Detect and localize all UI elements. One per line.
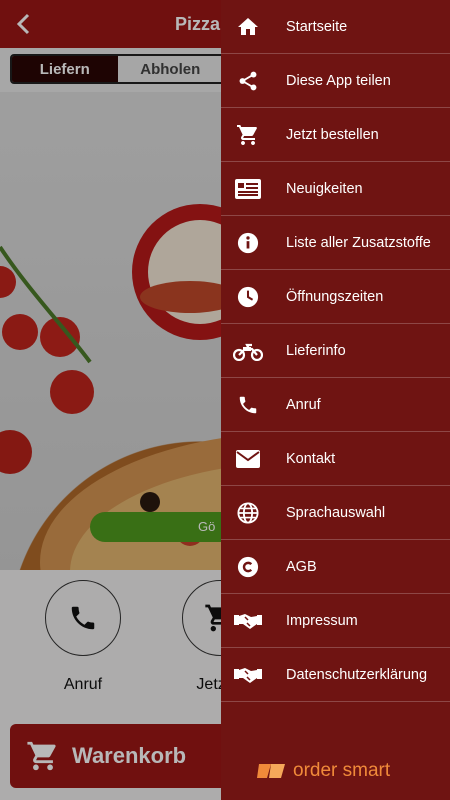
- info-icon: [223, 232, 273, 254]
- menu-label: Öffnungszeiten: [286, 288, 384, 305]
- menu-item-startseite[interactable]: Startseite: [221, 0, 450, 54]
- menu-item-order-now[interactable]: Jetzt bestellen: [221, 108, 450, 162]
- brand-name: order smart: [293, 760, 391, 781]
- menu-label: Startseite: [286, 18, 348, 35]
- menu-label: Sprachauswahl: [286, 504, 386, 521]
- handshake-icon: [223, 611, 273, 631]
- copyright-icon: [223, 556, 273, 578]
- menu-item-agb[interactable]: AGB: [221, 540, 450, 594]
- clock-icon: [223, 286, 273, 308]
- menu-label: Datenschutzerklärung: [286, 666, 428, 683]
- share-icon: [223, 70, 273, 92]
- handshake-icon: [223, 665, 273, 685]
- side-drawer: Startseite Diese App teilen Jetzt bestel…: [221, 0, 450, 800]
- home-icon: [223, 15, 273, 39]
- menu-item-share[interactable]: Diese App teilen: [221, 54, 450, 108]
- menu-item-contact[interactable]: Kontakt: [221, 432, 450, 486]
- menu-item-impressum[interactable]: Impressum: [221, 594, 450, 648]
- menu-label: Liste aller Zusatzstoffe: [286, 234, 431, 251]
- menu-item-privacy[interactable]: Datenschutzerklärung: [221, 648, 450, 702]
- menu-label: Lieferinfo: [286, 342, 346, 359]
- menu-item-additives[interactable]: Liste aller Zusatzstoffe: [221, 216, 450, 270]
- mail-icon: [223, 449, 273, 468]
- motorcycle-icon: [223, 341, 273, 361]
- menu-label: Anruf: [286, 396, 321, 413]
- menu-label: Diese App teilen: [286, 72, 391, 89]
- menu-item-delivery-info[interactable]: Lieferinfo: [221, 324, 450, 378]
- globe-icon: [223, 501, 273, 524]
- menu-label: Neuigkeiten: [286, 180, 363, 197]
- menu-label: Jetzt bestellen: [286, 126, 379, 143]
- menu-label: Impressum: [286, 612, 358, 629]
- phone-icon: [223, 394, 273, 416]
- menu-item-opening-hours[interactable]: Öffnungszeiten: [221, 270, 450, 324]
- order-smart-logo: order smart: [257, 760, 390, 782]
- cart-icon: [223, 123, 273, 147]
- menu-item-call[interactable]: Anruf: [221, 378, 450, 432]
- menu-item-language[interactable]: Sprachauswahl: [221, 486, 450, 540]
- order-smart-icon: [257, 764, 285, 778]
- menu-item-news[interactable]: Neuigkeiten: [221, 162, 450, 216]
- news-icon: [223, 178, 273, 199]
- menu-label: Kontakt: [286, 450, 336, 467]
- menu-label: AGB: [286, 558, 317, 575]
